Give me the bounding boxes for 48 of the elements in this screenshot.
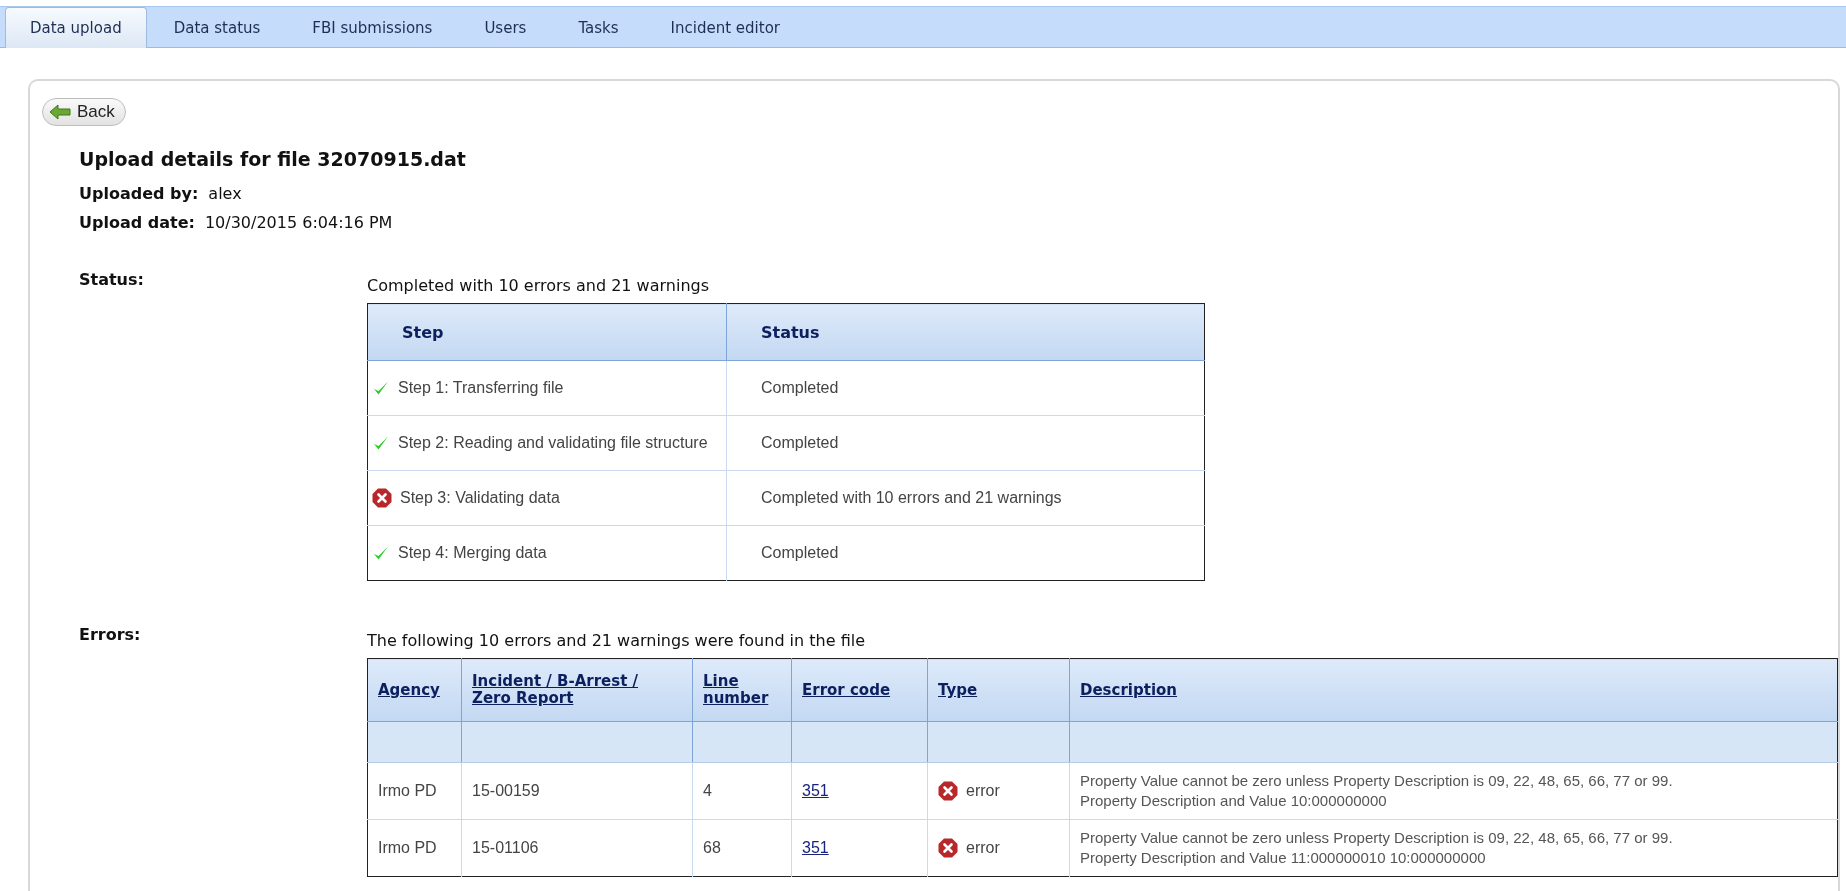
line-number-cell: 4 xyxy=(703,782,712,799)
step-status: Completed with 10 errors and 21 warnings xyxy=(761,489,1062,506)
code-link[interactable]: 351 xyxy=(802,782,829,799)
column-header-link[interactable]: Error code xyxy=(802,681,891,700)
step-status: Completed xyxy=(761,434,839,451)
tab[interactable]: Data status xyxy=(148,8,286,47)
tab[interactable]: Tasks xyxy=(553,8,644,47)
detail-value: 10/30/2015 6:04:16 PM xyxy=(204,213,393,232)
back-arrow-icon xyxy=(49,104,71,120)
step-status: Completed xyxy=(761,544,839,561)
column-header: Step xyxy=(367,303,727,361)
tab[interactable]: Users xyxy=(459,8,552,47)
agency-cell: Irmo PD xyxy=(378,839,437,856)
tab[interactable]: Incident editor xyxy=(645,8,805,47)
status-summary: Completed with 10 errors and 21 warnings xyxy=(367,276,711,295)
section-label: Status: xyxy=(79,270,145,291)
column-header-link[interactable]: Description xyxy=(1080,681,1178,700)
step-name: Step 2: Reading and validating file structure xyxy=(398,434,708,452)
description-line: Property Description and Value 10:000000000 xyxy=(1080,791,1388,811)
incident-cell: 15-01106 xyxy=(472,839,539,856)
section-label: Errors: xyxy=(79,625,142,646)
back-button[interactable]: Back xyxy=(42,98,126,126)
tab[interactable]: FBI submissions xyxy=(287,8,458,47)
step-status: Completed xyxy=(761,379,839,396)
description-line: Property Value cannot be zero unless Property Description is 09, 22, 48, 65, 66, 77 or 99. xyxy=(1080,828,1674,848)
detail-label: Uploaded by: xyxy=(79,184,199,203)
code-link[interactable]: 351 xyxy=(802,839,829,856)
error-icon xyxy=(938,781,958,801)
error-icon xyxy=(372,488,392,508)
description-line: Property Value cannot be zero unless Property Description is 09, 22, 48, 65, 66, 77 or 99. xyxy=(1080,771,1674,791)
column-header-link[interactable]: Agency xyxy=(378,681,440,700)
detail-label: Upload date: xyxy=(79,213,195,232)
detail-value: alex xyxy=(208,184,242,203)
tab[interactable]: Data upload xyxy=(5,7,147,48)
column-header-link[interactable]: Type xyxy=(938,681,978,700)
page-title: Upload details for file 32070915.dat xyxy=(79,148,467,170)
step-name: Step 4: Merging data xyxy=(398,544,547,562)
step-name: Step 3: Validating data xyxy=(400,489,560,507)
type-cell: error xyxy=(966,839,1000,857)
agency-cell: Irmo PD xyxy=(378,782,437,799)
errors-summary: The following 10 errors and 21 warnings were found in the file xyxy=(367,631,866,650)
step-name: Step 1: Transferring file xyxy=(398,379,564,397)
incident-cell: 15-00159 xyxy=(472,782,540,799)
line-number-cell: 68 xyxy=(703,839,721,856)
description-line: Property Description and Value 11:000000010 10:000000000 xyxy=(1080,848,1487,868)
column-header: Status xyxy=(726,303,1205,361)
error-icon xyxy=(938,838,958,858)
type-cell: error xyxy=(966,782,1000,800)
